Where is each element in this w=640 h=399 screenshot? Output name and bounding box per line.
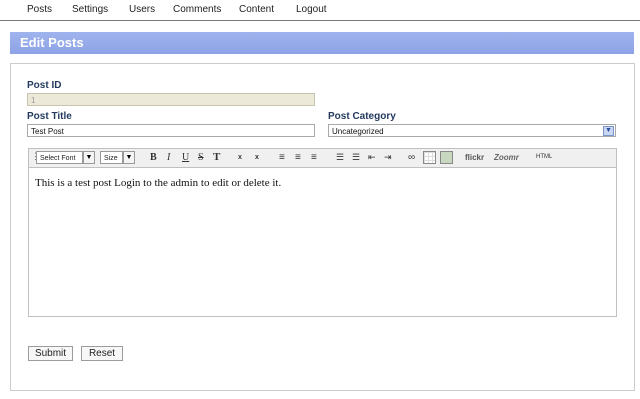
image-icon[interactable] <box>440 151 453 164</box>
underline-button[interactable]: U <box>182 152 189 163</box>
post-category-label: Post Category <box>328 111 396 122</box>
zoomr-button[interactable]: Zoomr <box>494 152 519 163</box>
align-left-icon[interactable]: ≡ <box>279 152 285 163</box>
rich-text-editor: ⋮ Select Font ▼ Size ▼ B I U S T x x ≡ ≡… <box>28 148 617 317</box>
bullet-list-icon[interactable]: ☰ <box>336 152 344 163</box>
post-title-label: Post Title <box>27 111 72 122</box>
nav-posts[interactable]: Posts <box>27 4 52 15</box>
numbered-list-icon[interactable]: ☰ <box>352 152 360 163</box>
font-chevron-down-icon[interactable]: ▼ <box>83 151 95 164</box>
html-button[interactable]: HTML <box>536 152 552 163</box>
align-center-icon[interactable]: ≡ <box>295 152 301 163</box>
superscript-button[interactable]: x <box>255 152 259 163</box>
nav-users[interactable]: Users <box>129 4 155 15</box>
nav-settings[interactable]: Settings <box>72 4 108 15</box>
reset-button[interactable]: Reset <box>81 346 123 361</box>
table-icon[interactable] <box>423 151 436 164</box>
align-right-icon[interactable]: ≡ <box>311 152 317 163</box>
page-header: Edit Posts <box>10 32 634 54</box>
size-chevron-down-icon[interactable]: ▼ <box>123 151 135 164</box>
submit-button[interactable]: Submit <box>28 346 73 361</box>
post-title-input[interactable]: Test Post <box>27 124 315 137</box>
chevron-down-icon[interactable]: ▼ <box>603 126 614 136</box>
font-select-label: Select Font <box>40 155 76 162</box>
top-nav: Posts Settings Users Comments Content Lo… <box>0 0 640 21</box>
flickr-button[interactable]: flickr <box>465 152 484 163</box>
size-select[interactable]: Size <box>100 151 123 164</box>
outdent-icon[interactable]: ⇤ <box>368 152 376 163</box>
subscript-button[interactable]: x <box>238 152 242 163</box>
font-select[interactable]: Select Font <box>36 151 83 164</box>
editor-toolbar: ⋮ Select Font ▼ Size ▼ B I U S T x x ≡ ≡… <box>29 149 616 168</box>
link-icon[interactable]: ∞ <box>408 152 415 163</box>
strikethrough-button[interactable]: S <box>198 152 204 163</box>
bold-button[interactable]: B <box>150 152 157 163</box>
post-id-field: 1 <box>27 93 315 106</box>
post-category-value: Uncategorized <box>332 127 384 136</box>
editor-content[interactable]: This is a test post Login to the admin t… <box>35 177 281 189</box>
italic-button[interactable]: I <box>167 152 170 163</box>
text-format-button[interactable]: T <box>213 152 220 163</box>
size-select-label: Size <box>104 155 118 162</box>
nav-logout[interactable]: Logout <box>296 4 327 15</box>
post-category-select[interactable]: Uncategorized ▼ <box>328 124 616 137</box>
indent-icon[interactable]: ⇥ <box>384 152 392 163</box>
nav-content[interactable]: Content <box>239 4 274 15</box>
nav-comments[interactable]: Comments <box>173 4 221 15</box>
post-id-label: Post ID <box>27 80 62 91</box>
page-title: Edit Posts <box>20 35 84 50</box>
